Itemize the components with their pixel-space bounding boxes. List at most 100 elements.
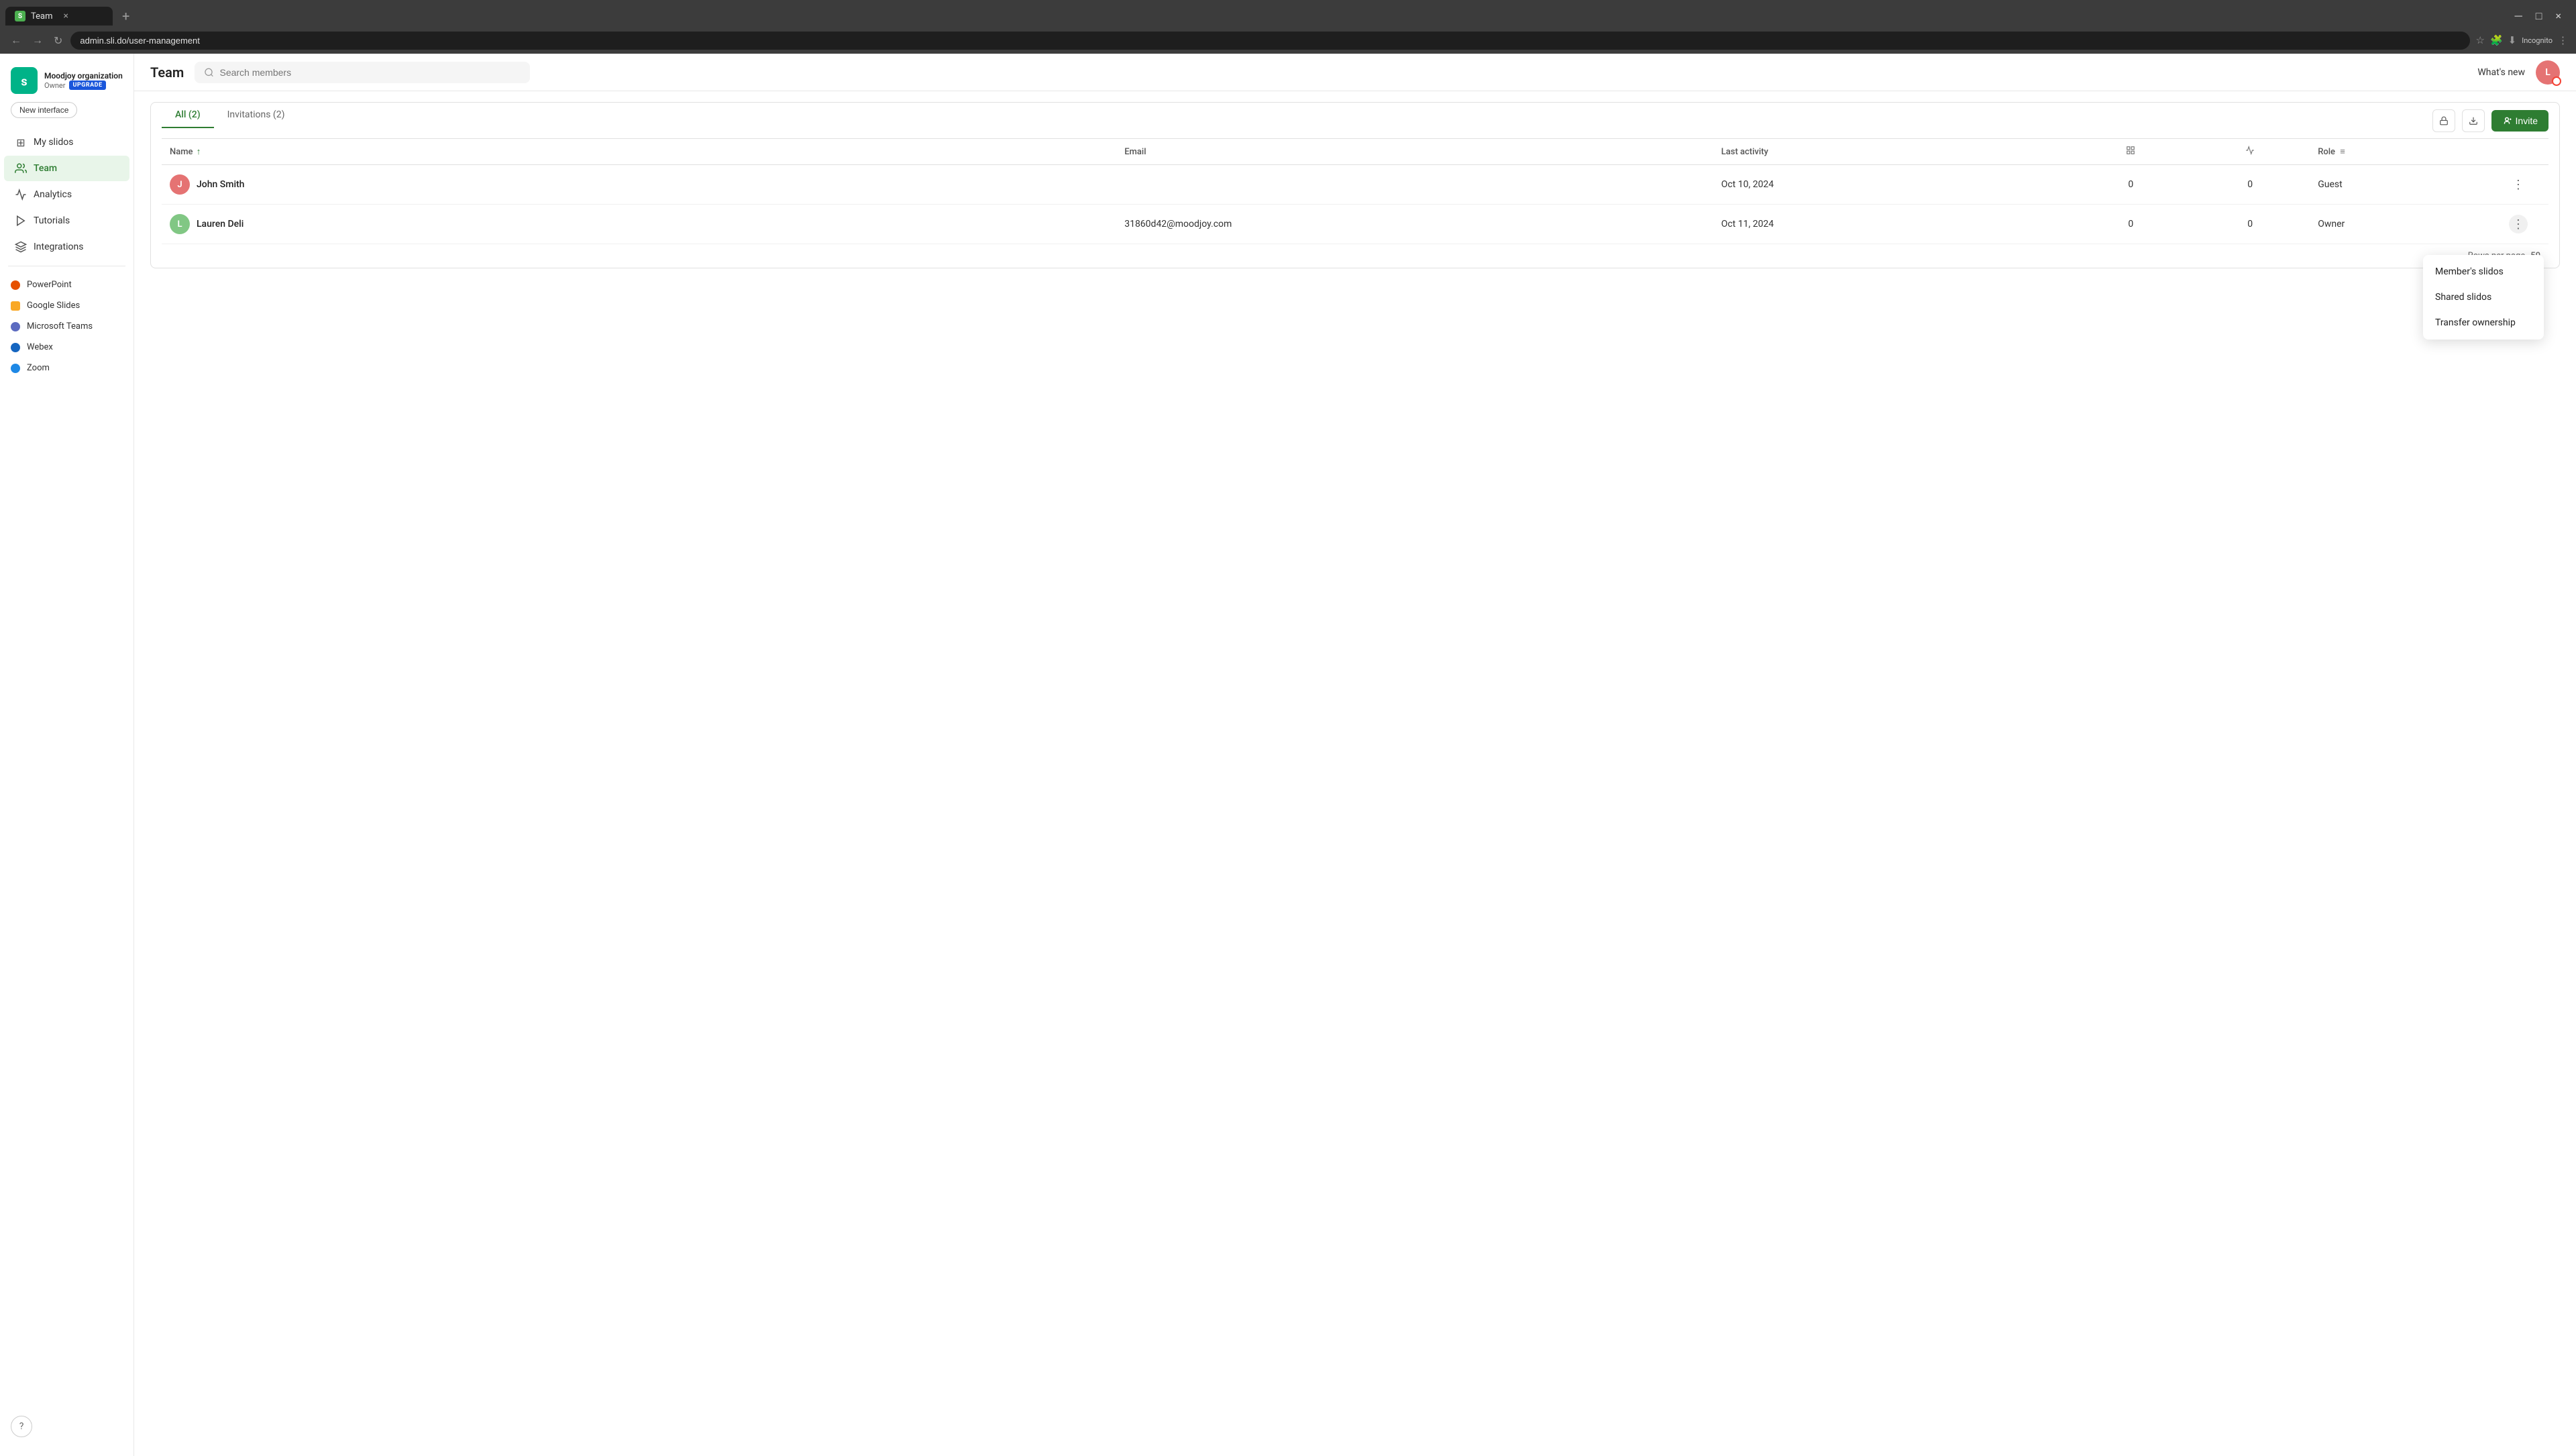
slidos-header-icon [2126,146,2135,155]
context-dropdown-menu: Member's slidos Shared slidos Transfer o… [2423,255,2544,340]
header: Team What's new L [134,54,2576,91]
sidebar-label-integrations: Integrations [34,242,83,252]
new-tab-btn[interactable]: + [115,5,136,27]
name-header-label: Name [170,147,193,157]
lock-icon [2439,116,2449,125]
members-tbody: J John Smith Oct 10, 2024 0 0 Guest ⋮ [162,165,2548,244]
toolbar: Invite [2432,109,2548,132]
right-panel: Team What's new L [134,54,2576,1456]
download-icon [2469,116,2478,125]
lauren-avatar: L [170,214,190,234]
zoom-dot [11,364,20,373]
sidebar-item-powerpoint[interactable]: PowerPoint [0,274,133,295]
integrations-icon [15,241,27,253]
dropdown-members-slidos[interactable]: Member's slidos [2423,259,2544,284]
extensions-icon[interactable]: 🧩 [2490,34,2503,46]
powerpoint-dot [11,280,20,290]
tab-all[interactable]: All (2) [162,103,214,128]
search-icon [204,67,214,78]
search-box[interactable] [195,62,530,83]
john-events-count: 0 [2190,165,2310,205]
header-row: Name ↑ Email Last activity [162,139,2548,165]
user-avatar[interactable]: L [2536,60,2560,85]
window-close-btn[interactable]: × [2551,8,2565,24]
sidebar-item-zoom[interactable]: Zoom [0,358,133,378]
window-maximize-btn[interactable]: □ [2532,8,2546,24]
role-header-label: Role [2318,147,2335,157]
col-role: Role ≡ [2310,139,2501,165]
invite-button[interactable]: Invite [2491,110,2548,132]
sidebar-item-tutorials[interactable]: Tutorials [4,208,129,233]
john-actions-cell: ⋮ [2501,165,2548,205]
upgrade-badge[interactable]: UPGRADE [69,81,105,90]
owner-label: Owner [44,81,65,90]
col-name: Name ↑ [162,139,1116,165]
webex-label: Webex [27,342,53,352]
lauren-more-button[interactable]: ⋮ [2509,215,2528,233]
webex-dot [11,343,20,352]
sidebar-item-integrations[interactable]: Integrations [4,234,129,260]
browser-tab[interactable]: S Team × [5,7,113,25]
back-btn[interactable]: ← [8,31,24,50]
tabs-toolbar-row: All (2) Invitations (2) [162,103,2548,139]
browser-chrome: S Team × + ─ □ × ← → ↻ ☆ 🧩 ⬇ Incognito ⋮ [0,0,2576,54]
tab-close-btn[interactable]: × [64,11,68,21]
avatar-badge-inner [2553,78,2560,85]
sidebar-item-webex[interactable]: Webex [0,337,133,358]
slido-logo-svg: s [11,67,38,94]
main-content: All (2) Invitations (2) [134,91,2576,1456]
table-footer: Rows per page 50 [162,244,2548,268]
tab-favicon: S [15,11,25,21]
reload-btn[interactable]: ↻ [51,32,65,50]
org-name: Moodjoy organization [44,71,123,81]
sidebar-nav: ⊞ My slidos Team [0,129,133,260]
col-actions [2501,139,2548,165]
lauren-events-count: 0 [2190,205,2310,244]
sidebar-item-team[interactable]: Team [4,156,129,181]
sidebar-item-microsoft-teams[interactable]: Microsoft Teams [0,316,133,337]
events-header-icon [2245,146,2255,155]
john-role: Guest [2310,165,2501,205]
people-icon [15,162,27,174]
sidebar-item-analytics[interactable]: Analytics [4,182,129,207]
member-cell-lauren: L Lauren Deli [170,214,1108,234]
app: s Moodjoy organization Owner UPGRADE New… [0,54,2576,1456]
dropdown-shared-slidos[interactable]: Shared slidos [2423,284,2544,310]
tab-bar: S Team × + ─ □ × [0,0,2576,27]
lauren-role: Owner [2310,205,2501,244]
lock-button[interactable] [2432,109,2455,132]
role-filter-icon[interactable]: ≡ [2340,147,2345,157]
dropdown-transfer-ownership[interactable]: Transfer ownership [2423,310,2544,335]
powerpoint-label: PowerPoint [27,280,72,290]
new-interface-button[interactable]: New interface [11,102,77,118]
tab-invitations[interactable]: Invitations (2) [214,103,299,128]
google-slides-dot [11,301,20,311]
help-button[interactable]: ? [11,1416,32,1437]
whats-new-button[interactable]: What's new [2477,67,2525,78]
sidebar-item-my-slidos[interactable]: ⊞ My slidos [4,129,129,155]
sidebar: s Moodjoy organization Owner UPGRADE New… [0,54,134,1456]
lauren-last-activity: Oct 11, 2024 [1713,205,2072,244]
lauren-email-cell: 31860d42@moodjoy.com [1116,205,1713,244]
tabs-row: All (2) Invitations (2) [162,103,2432,127]
analytics-icon [15,189,27,201]
search-input[interactable] [219,67,521,78]
john-email-cell [1116,165,1713,205]
download-button[interactable] [2462,109,2485,132]
sidebar-item-google-slides[interactable]: Google Slides [0,295,133,316]
menu-icon[interactable]: ⋮ [2558,34,2568,46]
table-row: L Lauren Deli 31860d42@moodjoy.com Oct 1… [162,205,2548,244]
content-card: All (2) Invitations (2) [150,102,2560,268]
sidebar-label-my-slidos: My slidos [34,137,73,148]
bookmark-icon[interactable]: ☆ [2475,34,2484,46]
member-name-cell: L Lauren Deli [162,205,1116,244]
download-icon[interactable]: ⬇ [2508,34,2517,46]
microsoft-teams-label: Microsoft Teams [27,321,93,331]
col-slidos [2071,139,2190,165]
forward-btn[interactable]: → [30,31,46,50]
john-more-button[interactable]: ⋮ [2509,175,2528,194]
members-table: Name ↑ Email Last activity [162,139,2548,244]
org-role-row: Owner UPGRADE [44,81,123,90]
window-minimize-btn[interactable]: ─ [2510,8,2526,24]
url-input[interactable] [70,32,2470,50]
